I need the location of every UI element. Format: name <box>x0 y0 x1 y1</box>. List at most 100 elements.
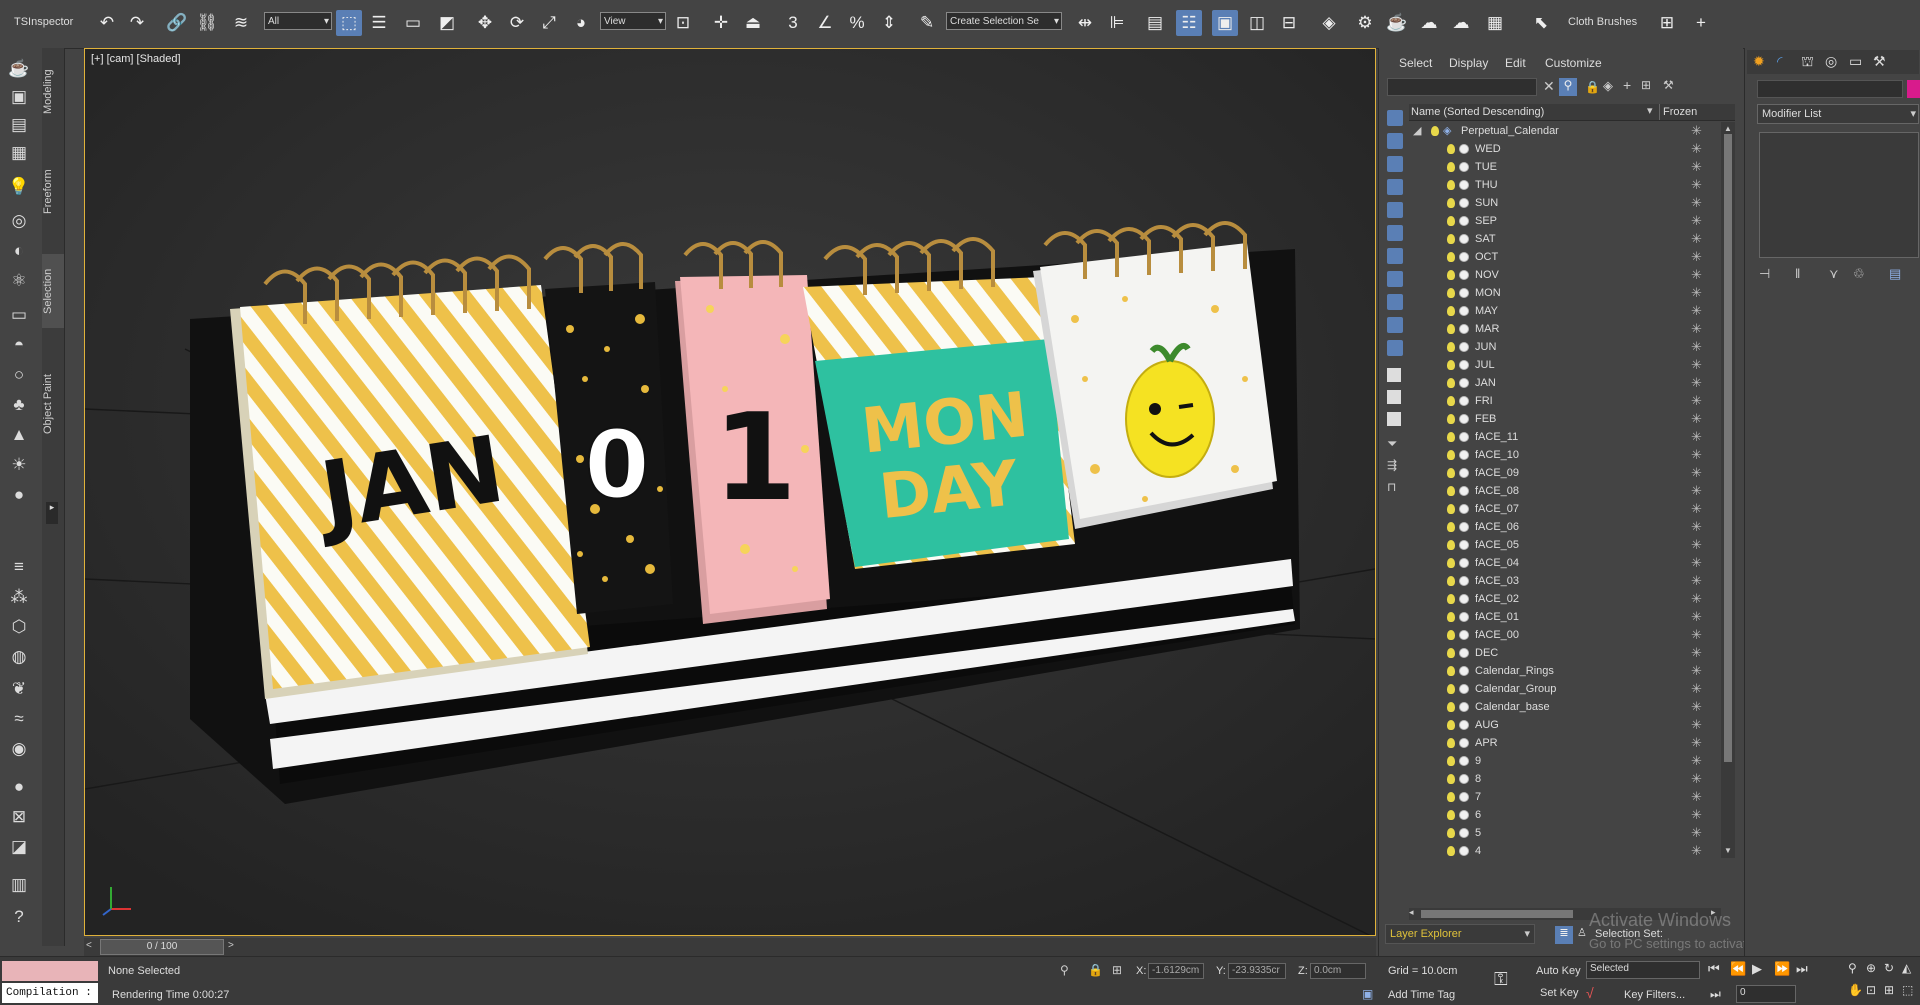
tree-item[interactable]: 6 ✳ <box>1409 806 1709 824</box>
table-icon[interactable]: ▤ <box>6 112 32 138</box>
pin-stack-icon[interactable]: ⊣ <box>1759 266 1770 282</box>
systems-icon[interactable]: ⚛ <box>6 268 32 294</box>
camera-icon[interactable]: ◎ <box>6 208 32 234</box>
help-icon[interactable]: ? <box>6 904 32 930</box>
zoom-icon[interactable]: ⚲ <box>1848 961 1857 975</box>
scroll-up-icon[interactable]: ▲ <box>1724 124 1732 133</box>
layer-toggle-icon[interactable]: ≣ <box>1555 926 1573 944</box>
visibility-bulb-icon[interactable] <box>1447 270 1455 280</box>
set-key-button[interactable]: Set Key <box>1540 987 1579 999</box>
freeze-icon[interactable]: ✳ <box>1691 356 1702 374</box>
tree-vertical-scrollbar[interactable]: ▲ ▼ <box>1721 122 1735 858</box>
go-to-start-icon[interactable]: ⏮ <box>1708 961 1720 977</box>
tree-item[interactable]: fACE_06 ✳ <box>1409 518 1709 536</box>
freeze-icon[interactable]: ✳ <box>1691 428 1702 446</box>
time-slider-thumb[interactable]: 0 / 100 <box>100 939 224 955</box>
visibility-bulb-icon[interactable] <box>1447 756 1455 766</box>
menu-select[interactable]: Select <box>1399 56 1432 70</box>
tree-item[interactable]: fACE_07 ✳ <box>1409 500 1709 518</box>
selection-filter-select[interactable]: All <box>264 12 332 30</box>
invert-display-icon[interactable] <box>1387 412 1401 426</box>
tree-item[interactable]: fACE_11 ✳ <box>1409 428 1709 446</box>
visibility-bulb-icon[interactable] <box>1447 810 1455 820</box>
ladder-icon[interactable]: ≡ <box>6 554 32 580</box>
freeze-icon[interactable]: ✳ <box>1691 770 1702 788</box>
visibility-bulb-icon[interactable] <box>1447 216 1455 226</box>
tree-item[interactable]: Calendar_Group ✳ <box>1409 680 1709 698</box>
edit-named-selection-icon[interactable]: ✎ <box>914 10 940 36</box>
keyboard-shortcut-icon[interactable]: ⏏ <box>740 10 766 36</box>
modify-tab-icon[interactable]: ◜ <box>1777 53 1782 70</box>
placement-icon[interactable]: ◕ <box>568 10 594 36</box>
column-frozen-header[interactable]: Frozen <box>1663 106 1697 118</box>
tree-item[interactable]: WED ✳ <box>1409 140 1709 158</box>
shell-icon[interactable]: ◉ <box>6 736 32 762</box>
time-slider[interactable]: < 0 / 100 > <box>84 938 1376 956</box>
freeze-icon[interactable]: ✳ <box>1691 572 1702 590</box>
visibility-bulb-icon[interactable] <box>1447 774 1455 784</box>
zoom-all-icon[interactable]: ⊕ <box>1866 961 1876 975</box>
key-icon[interactable]: ⚿ <box>1494 969 1508 990</box>
unlink-icon[interactable]: ⛓ <box>194 10 220 36</box>
funnel-icon[interactable]: ⏷ <box>1387 436 1397 452</box>
layer-settings-icon[interactable]: ⚒ <box>1663 78 1674 92</box>
filter-helpers-icon[interactable] <box>1387 202 1403 218</box>
lock-icon[interactable]: 🔒 <box>1585 80 1600 94</box>
curve-editor-icon[interactable]: ◫ <box>1244 10 1270 36</box>
freeze-icon[interactable]: ✳ <box>1691 518 1702 536</box>
freeze-icon[interactable]: ✳ <box>1691 392 1702 410</box>
freeze-icon[interactable]: ✳ <box>1691 194 1702 212</box>
scroll-thumb[interactable] <box>1724 134 1732 762</box>
visibility-bulb-icon[interactable] <box>1447 486 1455 496</box>
key-mode-select[interactable]: Selected <box>1586 961 1700 979</box>
hair-icon[interactable]: ≈ <box>6 706 32 732</box>
layer-icon[interactable]: ◈ <box>1603 78 1613 94</box>
freeze-icon[interactable]: ✳ <box>1691 806 1702 824</box>
render-production-icon[interactable]: ☁ <box>1416 10 1442 36</box>
window-crossing-icon[interactable]: ◩ <box>434 10 460 36</box>
cone-icon[interactable]: ▲ <box>6 422 32 448</box>
tree-item[interactable]: fACE_09 ✳ <box>1409 464 1709 482</box>
move-icon[interactable]: ✥ <box>472 10 498 36</box>
visibility-bulb-icon[interactable] <box>1447 522 1455 532</box>
rendered-frame-icon[interactable]: ▦ <box>1482 10 1508 36</box>
visibility-bulb-icon[interactable] <box>1447 414 1455 424</box>
freeze-icon[interactable]: ✳ <box>1691 410 1702 428</box>
freeze-icon[interactable]: ✳ <box>1691 212 1702 230</box>
visibility-bulb-icon[interactable] <box>1447 288 1455 298</box>
angle-snap-icon[interactable]: ∠ <box>812 10 838 36</box>
x-coord-field[interactable]: -1.6129cm <box>1148 963 1204 979</box>
tree-item[interactable]: fACE_10 ✳ <box>1409 446 1709 464</box>
visibility-bulb-icon[interactable] <box>1447 828 1455 838</box>
tree-item[interactable]: NOV ✳ <box>1409 266 1709 284</box>
menu-customize[interactable]: Customize <box>1545 56 1602 70</box>
freeze-icon[interactable]: ✳ <box>1691 140 1702 158</box>
ribbon-expand-toggle[interactable]: ▸ <box>46 502 58 524</box>
add-time-tag[interactable]: Add Time Tag <box>1388 989 1455 1001</box>
particle-icon[interactable]: ⁂ <box>6 584 32 610</box>
freeze-icon[interactable]: ✳ <box>1691 716 1702 734</box>
visibility-bulb-icon[interactable] <box>1447 684 1455 694</box>
pivot-icon[interactable]: ⊡ <box>670 10 696 36</box>
tree-item[interactable]: MON ✳ <box>1409 284 1709 302</box>
freeze-icon[interactable]: ✳ <box>1691 644 1702 662</box>
pin-icon[interactable]: ⊓ <box>1387 480 1396 494</box>
tree-item[interactable]: 9 ✳ <box>1409 752 1709 770</box>
freeze-icon[interactable]: ✳ <box>1691 842 1702 858</box>
scroll-down-icon[interactable]: ▼ <box>1724 846 1732 855</box>
visibility-bulb-icon[interactable] <box>1447 630 1455 640</box>
tree-item[interactable]: THU ✳ <box>1409 176 1709 194</box>
tree-item[interactable]: fACE_03 ✳ <box>1409 572 1709 590</box>
filter-spacewarps-icon[interactable] <box>1387 225 1403 241</box>
tree-item[interactable]: FRI ✳ <box>1409 392 1709 410</box>
rect-selection-icon[interactable]: ▭ <box>400 10 426 36</box>
panel-icon[interactable]: ⊞ <box>1654 10 1680 36</box>
filter-xrefs-icon[interactable] <box>1387 271 1403 287</box>
tree-item[interactable]: SEP ✳ <box>1409 212 1709 230</box>
ref-coord-select[interactable]: View <box>600 12 666 30</box>
layer-explorer-icon[interactable]: ☷ <box>1176 10 1202 36</box>
play-icon[interactable]: ▶ <box>1752 961 1762 977</box>
select-by-name-icon[interactable]: ☰ <box>366 10 392 36</box>
visibility-bulb-icon[interactable] <box>1431 126 1439 136</box>
explorer-type-select[interactable]: Layer Explorer ▾ <box>1385 924 1535 944</box>
